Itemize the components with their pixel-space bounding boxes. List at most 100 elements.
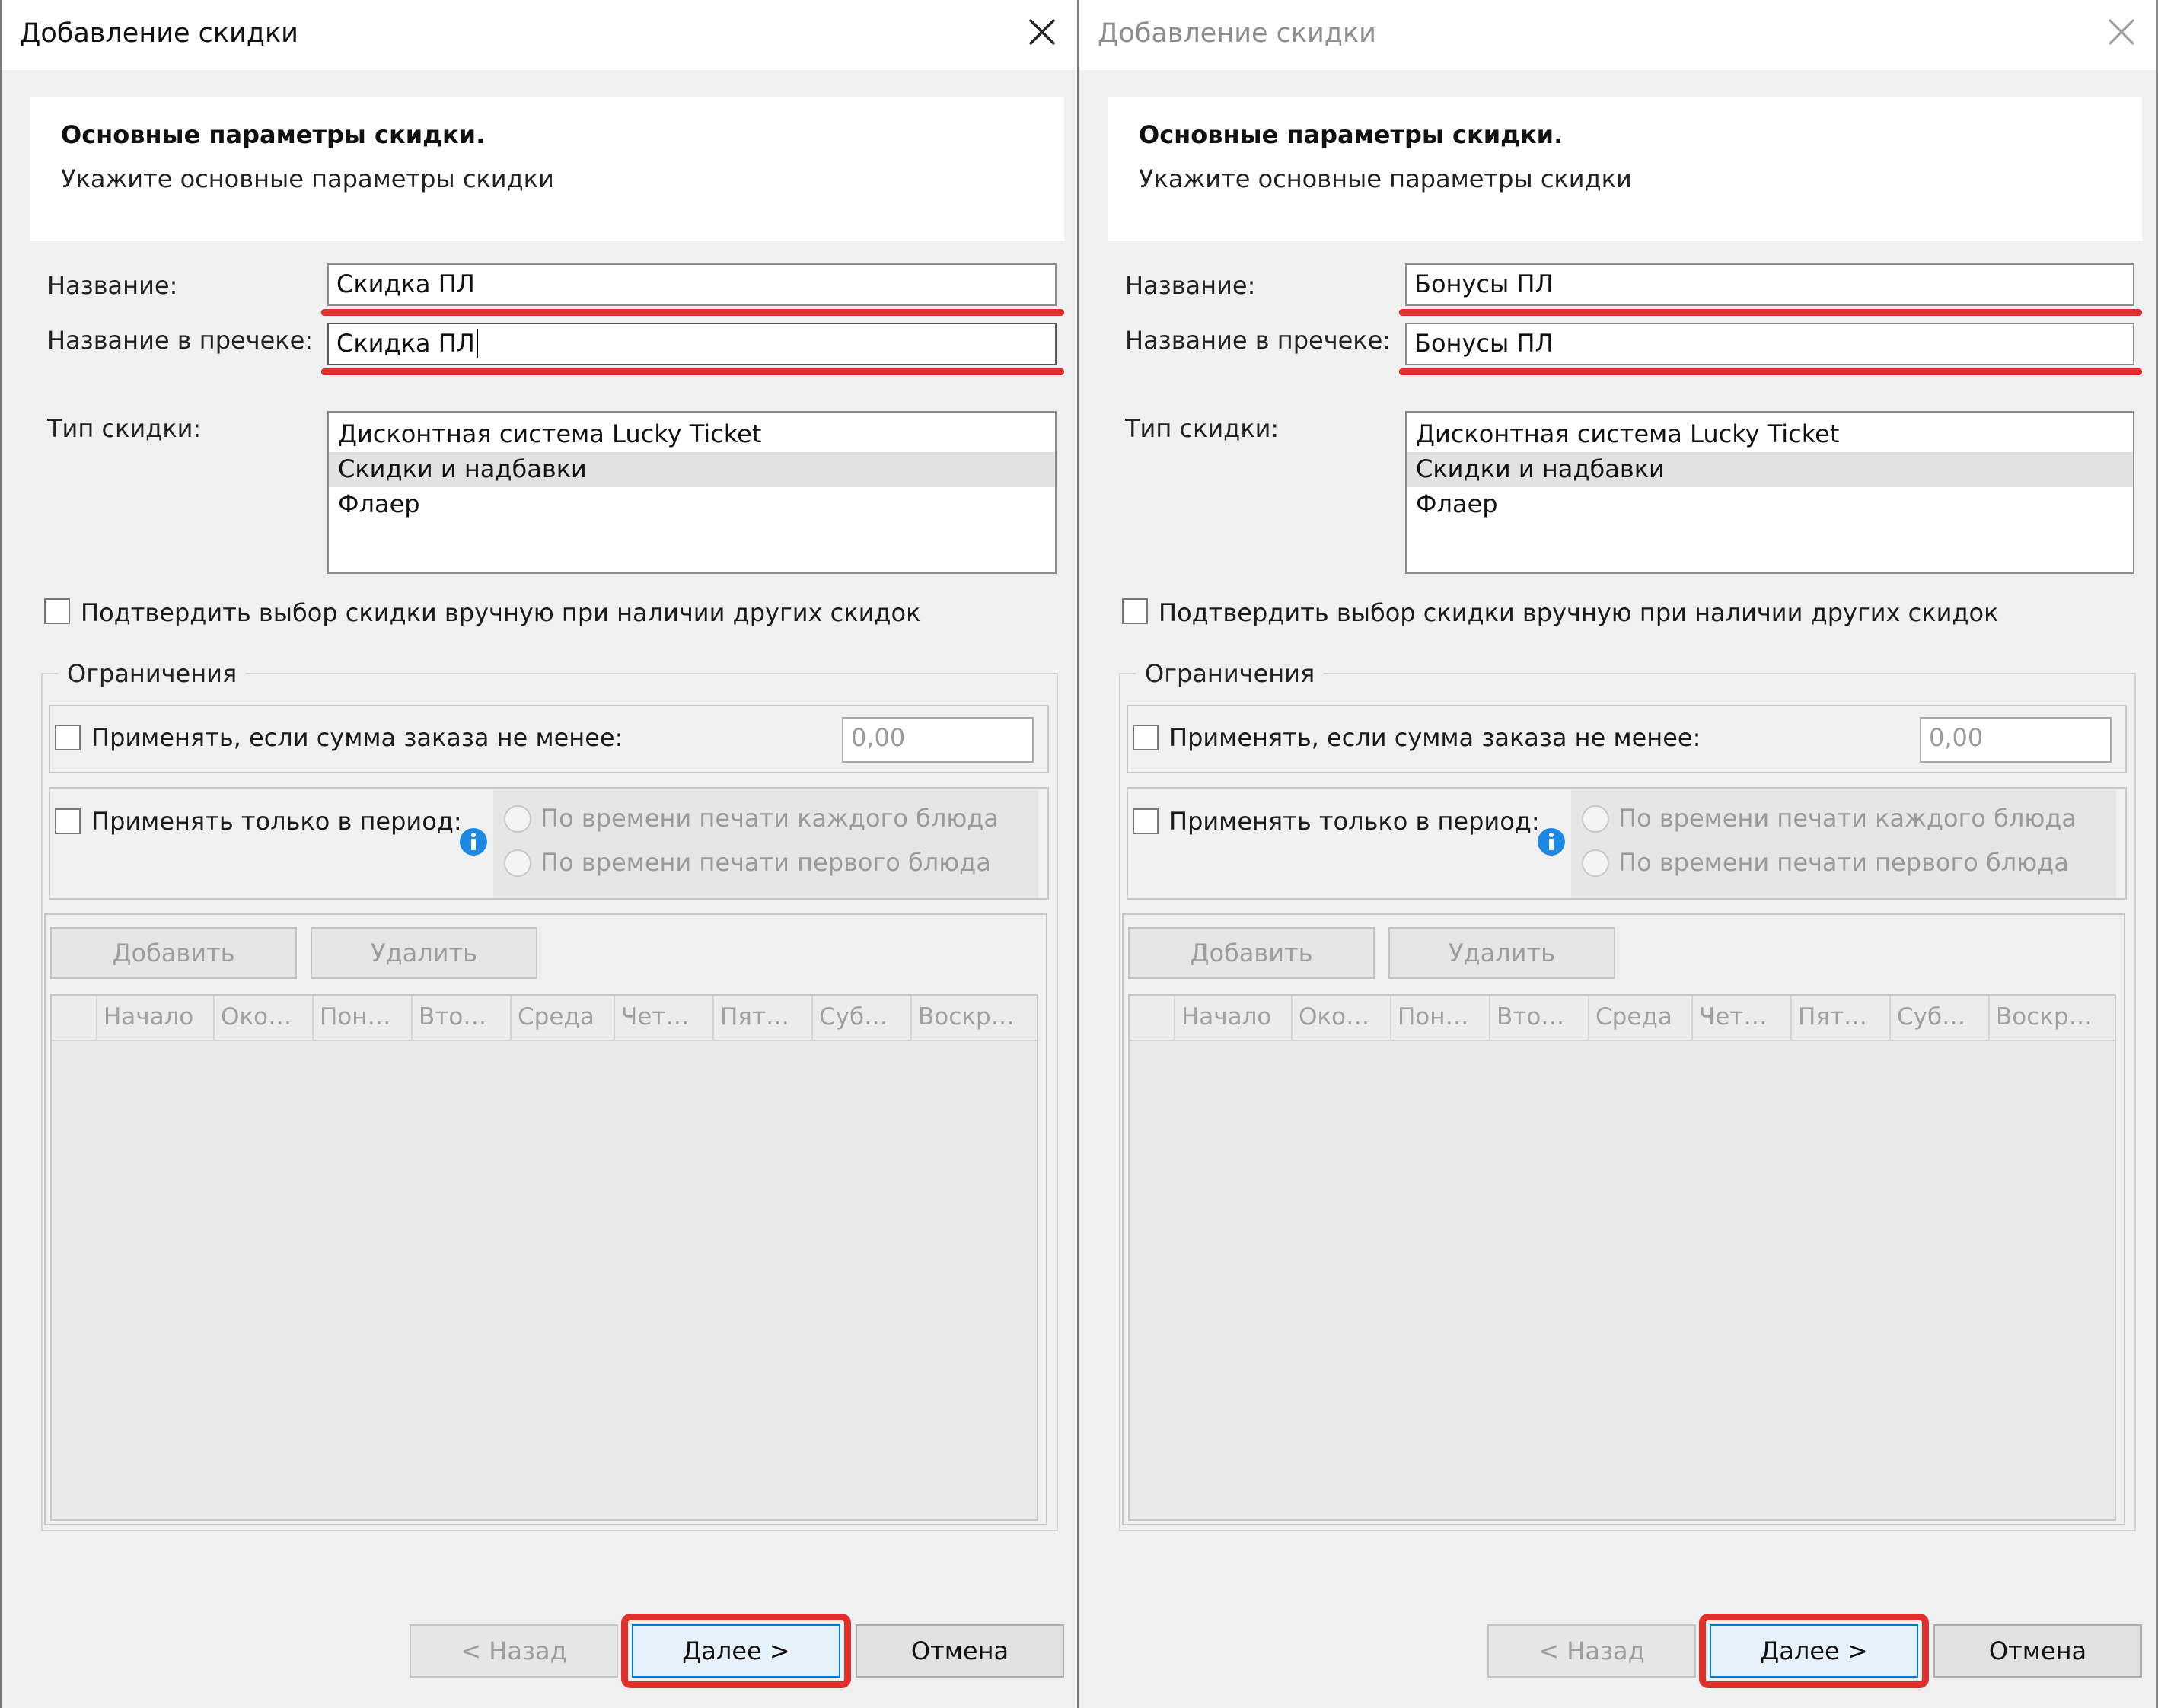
table-header: Начало Око… Пон… Вто… Среда Чет… Пят… Су…: [1130, 996, 2115, 1041]
column-header[interactable]: Чет…: [614, 996, 712, 1040]
delete-button[interactable]: Удалить: [1388, 927, 1615, 979]
title-bar: Добавление скидки: [2, 0, 1077, 70]
wizard-header: Основные параметры скидки. Укажите основ…: [1108, 97, 2142, 241]
name-input[interactable]: Скидка ПЛ: [327, 263, 1057, 306]
min-sum-input[interactable]: 0,00: [842, 717, 1034, 763]
radio-each-dish-label: По времени печати каждого блюда: [540, 804, 999, 833]
header-subtitle: Укажите основные параметры скидки: [61, 164, 554, 193]
add-button[interactable]: Добавить: [1128, 927, 1375, 979]
receipt-name-input[interactable]: Бонусы ПЛ: [1405, 323, 2134, 365]
receipt-name-label: Название в пречеке:: [47, 326, 314, 355]
name-label: Название:: [47, 271, 178, 300]
info-icon[interactable]: [458, 827, 489, 857]
column-header[interactable]: Пон…: [312, 996, 411, 1040]
period-panel: Применять только в период: По времени пе…: [1127, 787, 2127, 900]
radio-each-dish-label: По времени печати каждого блюда: [1618, 804, 2077, 833]
min-sum-checkbox[interactable]: [1133, 725, 1159, 750]
info-icon[interactable]: [1536, 827, 1567, 857]
period-checkbox[interactable]: [55, 808, 81, 834]
radio-first-dish-label: По времени печати первого блюда: [540, 848, 991, 877]
confirm-manually-checkbox[interactable]: [1122, 598, 1148, 624]
receipt-name-input[interactable]: Скидка ПЛ: [327, 323, 1057, 365]
radio-each-dish[interactable]: [504, 805, 531, 833]
min-sum-label: Применять, если сумма заказа не менее:: [1169, 723, 1701, 752]
list-item-selected[interactable]: Скидки и надбавки: [1407, 452, 2133, 487]
schedule-table[interactable]: Начало Око… Пон… Вто… Среда Чет… Пят… Су…: [1128, 994, 2116, 1521]
min-sum-input[interactable]: 0,00: [1920, 717, 2112, 763]
close-icon[interactable]: [1019, 9, 1065, 55]
limits-title: Ограничения: [1136, 659, 1324, 688]
confirm-manually-checkbox[interactable]: [44, 598, 70, 624]
delete-button[interactable]: Удалить: [311, 927, 537, 979]
column-header[interactable]: Пят…: [1790, 996, 1889, 1040]
close-icon[interactable]: [2099, 9, 2144, 55]
radio-each-dish[interactable]: [1582, 805, 1609, 833]
column-header[interactable]: Око…: [1291, 996, 1390, 1040]
period-checkbox[interactable]: [1133, 808, 1159, 834]
discount-type-label: Тип скидки:: [47, 414, 202, 443]
limits-title: Ограничения: [58, 659, 247, 688]
list-item-selected[interactable]: Скидки и надбавки: [329, 452, 1055, 487]
period-mode-group: По времени печати каждого блюда По време…: [493, 790, 1038, 898]
schedule-panel: Добавить Удалить Начало Око… Пон… Вто… С…: [1122, 913, 2125, 1525]
highlight-underline: [321, 309, 1064, 316]
window-title: Добавление скидки: [20, 18, 298, 49]
column-header[interactable]: Суб…: [1889, 996, 1988, 1040]
min-sum-panel: Применять, если сумма заказа не менее: 0…: [49, 705, 1049, 773]
column-header[interactable]: Среда: [1588, 996, 1691, 1040]
column-header[interactable]: Пят…: [712, 996, 811, 1040]
period-panel: Применять только в период: По времени пе…: [49, 787, 1049, 900]
schedule-table[interactable]: Начало Око… Пон… Вто… Среда Чет… Пят… Су…: [50, 994, 1038, 1521]
list-item[interactable]: Дисконтная система Lucky Ticket: [329, 417, 1055, 452]
min-sum-checkbox[interactable]: [55, 725, 81, 750]
discount-dialog-left: Добавление скидки Основные параметры ски…: [0, 0, 1079, 1708]
column-header[interactable]: Око…: [213, 996, 312, 1040]
min-sum-label: Применять, если сумма заказа не менее:: [91, 723, 623, 752]
discount-type-label: Тип скидки:: [1125, 414, 1280, 443]
next-highlight-box: [621, 1614, 851, 1688]
column-header[interactable]: Воскр…: [1988, 996, 2116, 1040]
column-header[interactable]: Чет…: [1691, 996, 1790, 1040]
confirm-manually-label: Подтвердить выбор скидки вручную при нал…: [1159, 598, 1999, 627]
receipt-name-value: Скидка ПЛ: [336, 329, 475, 358]
discount-dialog-right: Добавление скидки Основные параметры ски…: [1079, 0, 2158, 1708]
column-header[interactable]: Пон…: [1390, 996, 1489, 1040]
cancel-button[interactable]: Отмена: [1933, 1624, 2142, 1678]
discount-type-list[interactable]: Дисконтная система Lucky Ticket Скидки и…: [327, 411, 1057, 574]
column-header[interactable]: Вто…: [1489, 996, 1588, 1040]
list-item[interactable]: Флаер: [1407, 487, 2133, 522]
radio-first-dish[interactable]: [1582, 849, 1609, 877]
window-title: Добавление скидки: [1098, 18, 1376, 49]
period-label: Применять только в период:: [91, 807, 462, 836]
min-sum-panel: Применять, если сумма заказа не менее: 0…: [1127, 705, 2127, 773]
back-button[interactable]: < Назад: [410, 1624, 618, 1678]
column-header[interactable]: Начало: [1174, 996, 1291, 1040]
add-button[interactable]: Добавить: [50, 927, 297, 979]
period-mode-group: По времени печати каждого блюда По време…: [1571, 790, 2116, 898]
name-input[interactable]: Бонусы ПЛ: [1405, 263, 2134, 306]
header-title: Основные параметры скидки.: [61, 120, 486, 149]
header-subtitle: Укажите основные параметры скидки: [1139, 164, 1632, 193]
column-header[interactable]: Среда: [510, 996, 614, 1040]
title-bar: Добавление скидки: [1079, 0, 2156, 70]
column-header[interactable]: Начало: [96, 996, 213, 1040]
highlight-underline: [1399, 309, 2142, 316]
cancel-button[interactable]: Отмена: [856, 1624, 1064, 1678]
list-item[interactable]: Флаер: [329, 487, 1055, 522]
back-button[interactable]: < Назад: [1487, 1624, 1696, 1678]
column-header[interactable]: Воскр…: [910, 996, 1038, 1040]
column-header[interactable]: Суб…: [811, 996, 910, 1040]
table-header: Начало Око… Пон… Вто… Среда Чет… Пят… Су…: [52, 996, 1037, 1041]
schedule-panel: Добавить Удалить Начало Око… Пон… Вто… С…: [44, 913, 1047, 1525]
confirm-manually-label: Подтвердить выбор скидки вручную при нал…: [81, 598, 921, 627]
name-label: Название:: [1125, 271, 1256, 300]
highlight-underline: [321, 368, 1064, 375]
receipt-name-label: Название в пречеке:: [1125, 326, 1391, 355]
list-item[interactable]: Дисконтная система Lucky Ticket: [1407, 417, 2133, 452]
radio-first-dish[interactable]: [504, 849, 531, 877]
period-label: Применять только в период:: [1169, 807, 1540, 836]
radio-first-dish-label: По времени печати первого блюда: [1618, 848, 2069, 877]
header-title: Основные параметры скидки.: [1139, 120, 1564, 149]
discount-type-list[interactable]: Дисконтная система Lucky Ticket Скидки и…: [1405, 411, 2134, 574]
column-header[interactable]: Вто…: [411, 996, 510, 1040]
